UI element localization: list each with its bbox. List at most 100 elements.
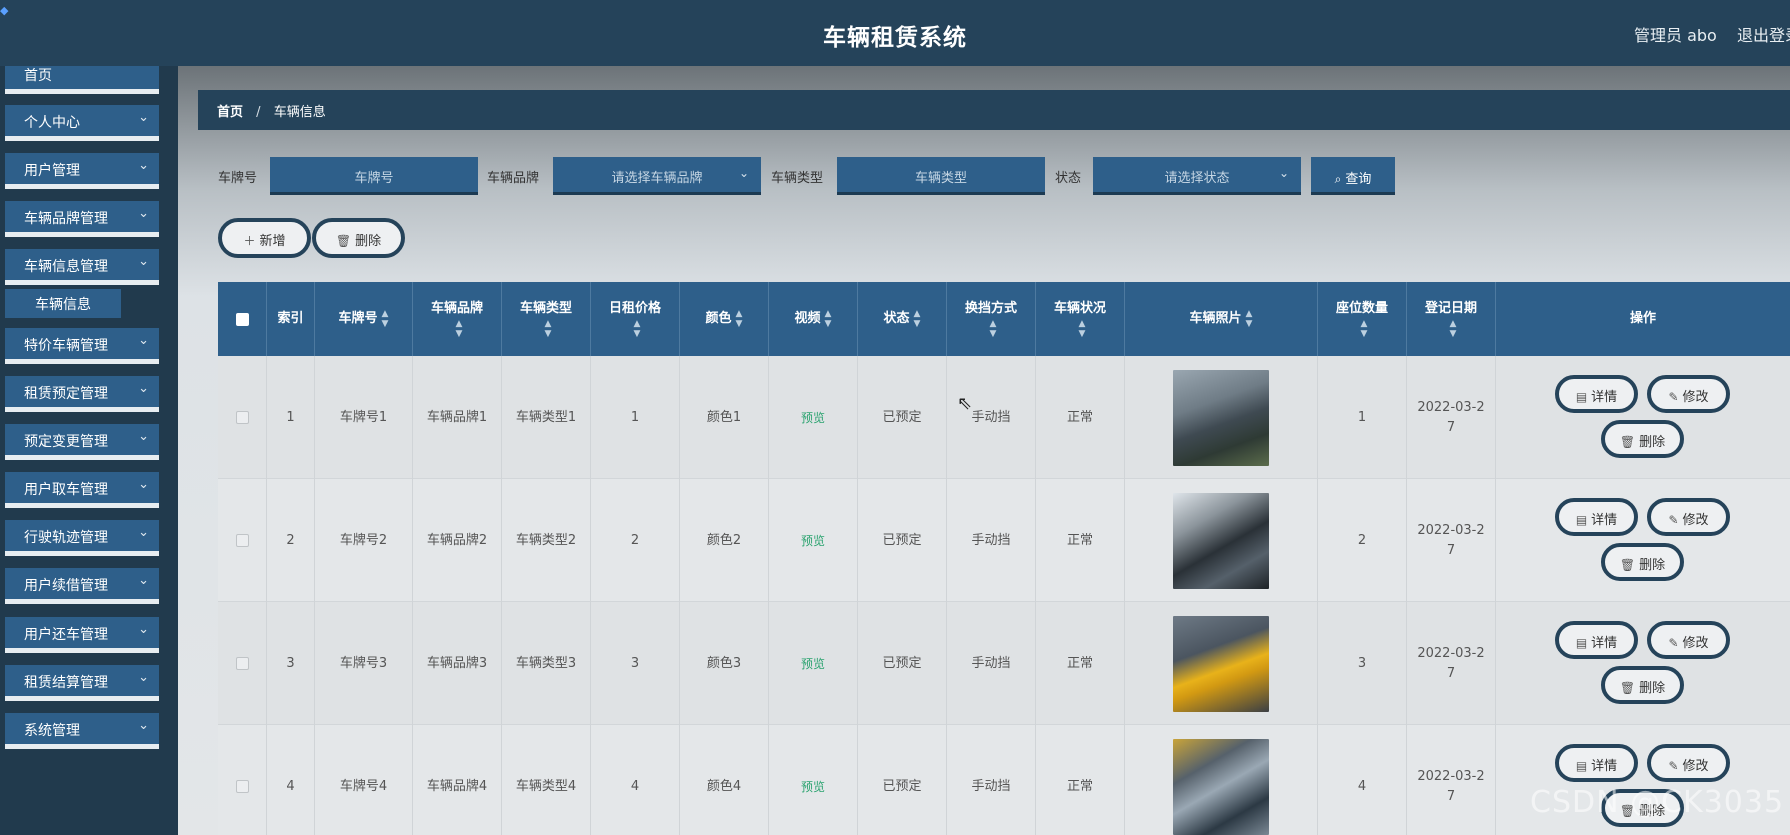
row-checkbox[interactable]: [235, 534, 249, 547]
edit-button[interactable]: ✎ 修改: [1647, 621, 1730, 659]
edit-button[interactable]: ✎ 修改: [1647, 375, 1730, 413]
select-all-checkbox-cell[interactable]: [218, 282, 267, 356]
sidebar-item-settlement[interactable]: 租赁结算管理 ⌄: [5, 665, 159, 701]
sidebar-item-trajectory[interactable]: 行驶轨迹管理 ⌄: [5, 520, 159, 556]
plate-search-placeholder: 车牌号: [354, 171, 394, 186]
row-checkbox[interactable]: [235, 657, 249, 670]
sort-icon[interactable]: ▲ ▼: [736, 309, 743, 329]
sidebar-subitem-vehicle-info[interactable]: 车辆信息: [5, 289, 121, 318]
logout-link[interactable]: 退出登录: [1737, 22, 1790, 46]
chevron-down-icon: ⌄: [138, 525, 149, 540]
bulk-delete-button[interactable]: 🗑 删除: [312, 218, 405, 258]
column-photo[interactable]: 车辆照片 ▲ ▼: [1125, 282, 1318, 356]
column-condition[interactable]: 车辆状况 ▲ ▼: [1036, 282, 1125, 356]
sidebar-item-pickup[interactable]: 用户取车管理 ⌄: [5, 472, 159, 508]
column-video[interactable]: 视频 ▲ ▼: [769, 282, 858, 356]
sort-icon[interactable]: ▲ ▼: [382, 309, 389, 329]
row-checkbox[interactable]: [235, 780, 249, 793]
sidebar-item-vehicle-management[interactable]: 车辆信息管理 ⌄: [5, 249, 159, 285]
row-checkbox-cell[interactable]: [218, 602, 267, 725]
detail-button[interactable]: ▤ 详情: [1555, 744, 1638, 782]
detail-button[interactable]: ▤ 详情: [1555, 621, 1638, 659]
sidebar-item-user-management[interactable]: 用户管理 ⌄: [5, 153, 159, 189]
select-all-checkbox[interactable]: [235, 312, 249, 326]
brand-select[interactable]: 请选择车辆品牌 ⌄: [553, 157, 761, 195]
status-select-placeholder: 请选择状态: [1164, 171, 1230, 186]
delete-button[interactable]: 🗑 删除: [1601, 543, 1684, 581]
vehicle-photo[interactable]: [1173, 492, 1269, 589]
vehicle-photo[interactable]: [1173, 369, 1269, 466]
column-label: 视频: [794, 311, 821, 326]
column-type[interactable]: 车辆类型 ▲ ▼: [502, 282, 591, 356]
status-select[interactable]: 请选择状态 ⌄: [1093, 157, 1301, 195]
edit-button[interactable]: ✎ 修改: [1647, 744, 1730, 782]
cell-price: 1: [591, 356, 680, 479]
cell-status: 已预定: [858, 725, 947, 835]
sort-icon[interactable]: ▲ ▼: [1079, 319, 1086, 339]
mouse-cursor-icon: ⇖: [957, 393, 973, 414]
sidebar-item-system[interactable]: 系统管理 ⌄: [5, 713, 159, 749]
sidebar-item-brand-management[interactable]: 车辆品牌管理 ⌄: [5, 201, 159, 237]
delete-button[interactable]: 🗑 删除: [1601, 420, 1684, 458]
sort-icon[interactable]: ▲ ▼: [634, 319, 641, 339]
row-checkbox[interactable]: [235, 411, 249, 424]
row-checkbox-cell[interactable]: [218, 356, 267, 479]
column-actions: 操作: [1496, 282, 1790, 356]
column-date[interactable]: 登记日期 ▲ ▼: [1407, 282, 1496, 356]
sidebar-item-home[interactable]: 首页: [5, 66, 159, 94]
column-status[interactable]: 状态 ▲ ▼: [858, 282, 947, 356]
sidebar-item-return[interactable]: 用户还车管理 ⌄: [5, 617, 159, 653]
video-preview-link[interactable]: 预览: [769, 725, 858, 835]
bulk-delete-button-label: 删除: [355, 234, 382, 249]
table-row: 3 车牌号3 车辆品牌3 车辆类型3 3 颜色3 预览 已预定 手动挡 正常 3…: [218, 602, 1790, 725]
cell-brand: 车辆品牌4: [413, 725, 502, 835]
sidebar-item-renewal[interactable]: 用户续借管理 ⌄: [5, 568, 159, 604]
column-label: 车辆类型: [519, 301, 572, 316]
vehicle-photo[interactable]: [1173, 738, 1269, 835]
column-color[interactable]: 颜色 ▲ ▼: [680, 282, 769, 356]
sidebar-item-personal-center[interactable]: 个人中心 ⌄: [5, 105, 159, 141]
sort-icon[interactable]: ▲ ▼: [1450, 319, 1457, 339]
vehicle-photo[interactable]: [1173, 615, 1269, 712]
cell-index: 4: [267, 725, 315, 835]
column-seats[interactable]: 座位数量 ▲ ▼: [1318, 282, 1407, 356]
column-gear[interactable]: 换挡方式 ▲ ▼: [947, 282, 1036, 356]
sidebar-item-special-vehicle[interactable]: 特价车辆管理 ⌄: [5, 328, 159, 364]
column-brand[interactable]: 车辆品牌 ▲ ▼: [413, 282, 502, 356]
detail-button[interactable]: ▤ 详情: [1555, 498, 1638, 536]
sort-icon[interactable]: ▲ ▼: [545, 319, 552, 339]
query-button[interactable]: ⌕ 查询: [1311, 157, 1395, 195]
sidebar-item-reservation-change[interactable]: 预定变更管理 ⌄: [5, 424, 159, 460]
row-checkbox-cell[interactable]: [218, 479, 267, 602]
cell-brand: 车辆品牌3: [413, 602, 502, 725]
sort-icon[interactable]: ▲ ▼: [1246, 309, 1253, 329]
add-button[interactable]: ＋新增: [218, 218, 311, 258]
video-preview-link[interactable]: 预览: [769, 356, 858, 479]
sort-icon[interactable]: ▲ ▼: [1361, 319, 1368, 339]
detail-button[interactable]: ▤ 详情: [1555, 375, 1638, 413]
sidebar-item-reservation[interactable]: 租赁预定管理 ⌄: [5, 376, 159, 412]
column-label: 车辆品牌: [430, 301, 483, 316]
sort-icon[interactable]: ▲ ▼: [825, 309, 832, 329]
cell-gear: 手动挡: [947, 479, 1036, 602]
delete-button[interactable]: 🗑 删除: [1601, 666, 1684, 704]
breadcrumb: 首页 / 车辆信息: [198, 90, 1790, 130]
sort-icon[interactable]: ▲ ▼: [456, 319, 463, 339]
row-checkbox-cell[interactable]: [218, 725, 267, 835]
plate-search-input[interactable]: 车牌号: [270, 157, 478, 195]
sort-icon[interactable]: ▲ ▼: [990, 319, 997, 339]
trash-icon: 🗑: [1619, 558, 1636, 572]
sidebar-item-label: 用户管理: [24, 163, 80, 179]
video-preview-link[interactable]: 预览: [769, 479, 858, 602]
query-button-label: 查询: [1345, 172, 1372, 187]
detail-button-label: 详情: [1591, 513, 1618, 528]
column-plate[interactable]: 车牌号 ▲ ▼: [315, 282, 413, 356]
chevron-down-icon: ⌄: [1278, 166, 1289, 180]
cell-status: 已预定: [858, 356, 947, 479]
video-preview-link[interactable]: 预览: [769, 602, 858, 725]
sort-icon[interactable]: ▲ ▼: [914, 309, 921, 329]
breadcrumb-home[interactable]: 首页: [217, 105, 243, 120]
edit-button[interactable]: ✎ 修改: [1647, 498, 1730, 536]
column-price[interactable]: 日租价格 ▲ ▼: [591, 282, 680, 356]
type-search-input[interactable]: 车辆类型: [837, 157, 1045, 195]
